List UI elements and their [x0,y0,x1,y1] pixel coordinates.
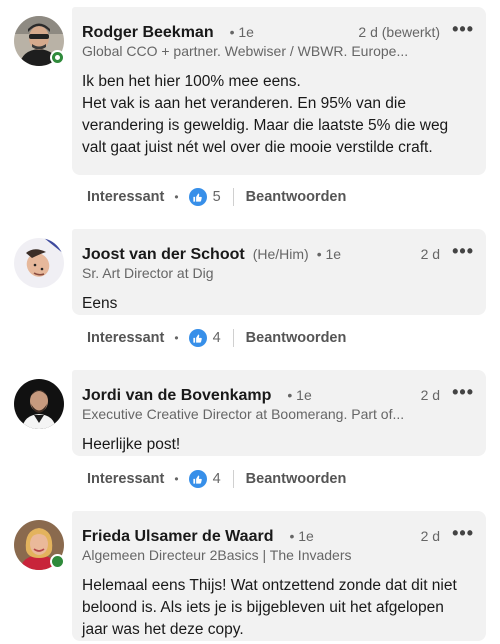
avatar[interactable] [14,520,65,570]
comment-timestamp: 2 d (bewerkt) [358,24,441,40]
like-reaction-icon[interactable] [188,470,207,488]
like-reaction-icon[interactable] [188,329,207,347]
avatar[interactable] [14,379,64,429]
like-count[interactable]: 4 [213,471,221,487]
comment-bubble: Frieda Ulsamer de Waard • 1e 2 d ••• Alg… [72,511,486,641]
like-reaction-icon[interactable] [188,188,207,206]
author-pronoun: (He/Him) [252,246,309,262]
profile-photo-icon [14,238,64,288]
online-status-icon [50,554,65,569]
comment-bubble: Rodger Beekman • 1e 2 d (bewerkt) ••• Gl… [72,7,486,175]
comment-text: Heerlijke post! [82,436,181,453]
comment-text: Ik ben het hier 100% mee eens. Het vak i… [82,73,449,156]
react-button[interactable]: Interessant [87,189,164,205]
author-headline: Global CCO + partner. Webwiser / WBWR. E… [82,43,409,59]
like-count[interactable]: 5 [213,189,221,205]
comment-bubble: Jordi van de Bovenkamp • 1e 2 d ••• Exec… [72,370,486,456]
reply-button[interactable]: Beantwoorden [246,330,347,346]
separator-dot: • [174,472,179,486]
separator-dot: • [174,331,179,345]
action-divider [232,188,234,206]
author-name[interactable]: Jordi van de Bovenkamp [82,387,271,405]
reply-button[interactable]: Beantwoorden [246,471,347,487]
react-button[interactable]: Interessant [87,471,164,487]
comment-bubble: Joost van der Schoot (He/Him) • 1e 2 d •… [72,229,486,315]
author-headline: Sr. Art Director at Dig [82,265,214,281]
comment-text: Eens [82,295,118,312]
profile-photo-icon [14,379,64,429]
online-status-icon [50,50,65,65]
author-name[interactable]: Rodger Beekman [82,24,214,42]
connection-degree: • 1e [289,528,314,544]
separator-dot: • [174,190,179,204]
connection-degree: • 1e [287,387,312,403]
more-options-icon[interactable]: ••• [452,523,474,544]
more-options-icon[interactable]: ••• [452,241,474,262]
react-button[interactable]: Interessant [87,330,164,346]
action-divider [232,470,234,488]
avatar[interactable] [14,238,64,288]
author-headline: Executive Creative Director at Boomerang… [82,406,405,422]
action-divider [232,329,234,347]
avatar[interactable] [14,16,65,66]
comment-timestamp: 2 d [420,246,441,262]
author-headline: Algemeen Directeur 2Basics | The Invader… [82,547,352,563]
reply-button[interactable]: Beantwoorden [246,189,347,205]
comment-text: Helemaal eens Thijs! Wat ontzettend zond… [82,577,457,638]
comment-timestamp: 2 d [420,528,441,544]
comment-timestamp: 2 d [420,387,441,403]
like-count[interactable]: 4 [213,330,221,346]
connection-degree: • 1e [229,24,254,40]
more-options-icon[interactable]: ••• [452,382,474,403]
more-options-icon[interactable]: ••• [452,19,474,40]
connection-degree: • 1e [316,246,342,262]
author-name[interactable]: Frieda Ulsamer de Waard [82,528,273,546]
author-name[interactable]: Joost van der Schoot [82,246,245,264]
